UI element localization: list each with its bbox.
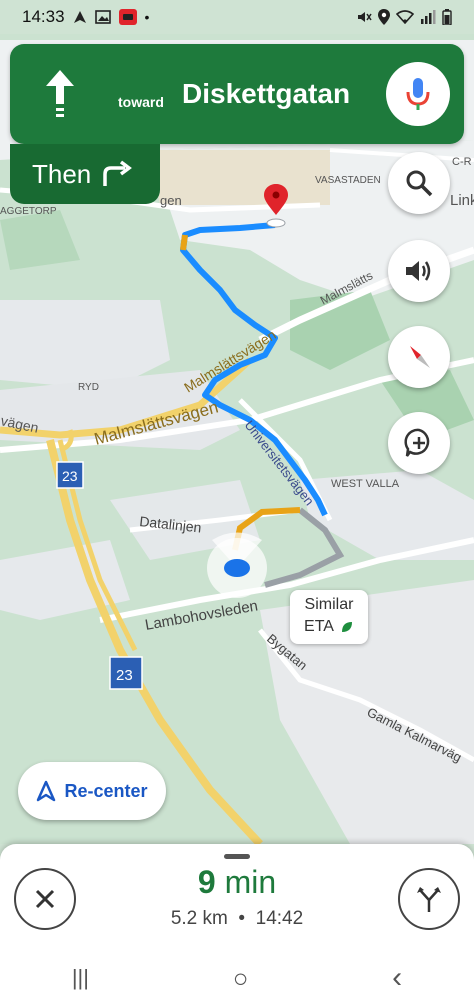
straight-arrow-icon (46, 70, 74, 117)
label-gen: gen (160, 193, 182, 208)
street-name: Diskettgatan (182, 78, 351, 109)
label-west-valla: WEST VALLA (331, 478, 400, 490)
search-icon (406, 170, 433, 197)
status-bar: 14:33 • (0, 0, 474, 34)
road-shield-23-b: 23 (116, 667, 133, 684)
trip-distance: 5.2 km (170, 908, 228, 929)
re-center-label: Re-center (64, 780, 148, 801)
battery-icon (442, 9, 452, 25)
duration-unit: min (224, 864, 277, 900)
alternate-routes-icon (417, 887, 441, 912)
voice-search-button[interactable] (386, 62, 450, 126)
sound-settings-button[interactable] (388, 240, 450, 302)
location-icon (378, 9, 390, 25)
eta-line-2: ETA (304, 618, 334, 635)
system-navigation-bar: ||| ○ ‹ (0, 956, 474, 1000)
then-label: Then (32, 158, 92, 189)
arrival-time: 14:42 (255, 908, 304, 929)
navigation-instruction-card[interactable]: toward Diskettgatan (10, 44, 464, 144)
compass-button[interactable] (388, 326, 450, 388)
home-button[interactable]: ○ (233, 963, 249, 994)
navigation-arrow-icon (37, 780, 56, 802)
label-c-r: C-R (452, 156, 472, 168)
label-aggetorp: AGGETORP (0, 206, 57, 217)
then-instruction[interactable]: Then (10, 144, 160, 204)
separator-dot: • (238, 908, 246, 929)
re-center-button[interactable]: Re-center (18, 762, 166, 820)
alternate-routes-button[interactable] (398, 868, 460, 930)
label-ryd: RYD (78, 382, 99, 393)
add-report-icon (404, 428, 430, 457)
recents-button[interactable]: ||| (72, 965, 89, 991)
navigation-icon (73, 11, 86, 23)
eta-line-1: Similar (304, 596, 354, 613)
similar-eta-callout[interactable]: Similar ETA (290, 590, 368, 644)
toward-label: toward (118, 94, 164, 110)
car-icon (118, 9, 137, 25)
turn-right-icon (103, 160, 133, 186)
back-button[interactable]: ‹ (392, 961, 402, 995)
compass-icon (410, 346, 430, 368)
mute-icon (358, 12, 372, 22)
duration-value: 9 (197, 864, 216, 900)
add-report-button[interactable] (388, 412, 450, 474)
road-shield-23-a: 23 (62, 468, 78, 484)
leaf-icon (341, 622, 352, 632)
microphone-icon (406, 78, 430, 110)
wifi-icon (396, 10, 414, 24)
image-icon (94, 10, 111, 24)
status-time: 14:33 (22, 7, 65, 26)
dot-icon: • (144, 9, 150, 25)
label-link: Link (450, 192, 474, 209)
drag-handle[interactable] (224, 854, 250, 859)
search-along-route-button[interactable] (388, 152, 450, 214)
label-vasastaden: VASASTADEN (315, 175, 381, 186)
volume-icon (406, 261, 431, 281)
signal-icon (421, 10, 436, 24)
trip-summary-sheet[interactable]: 9 min 5.2 km • 14:42 (0, 844, 474, 956)
